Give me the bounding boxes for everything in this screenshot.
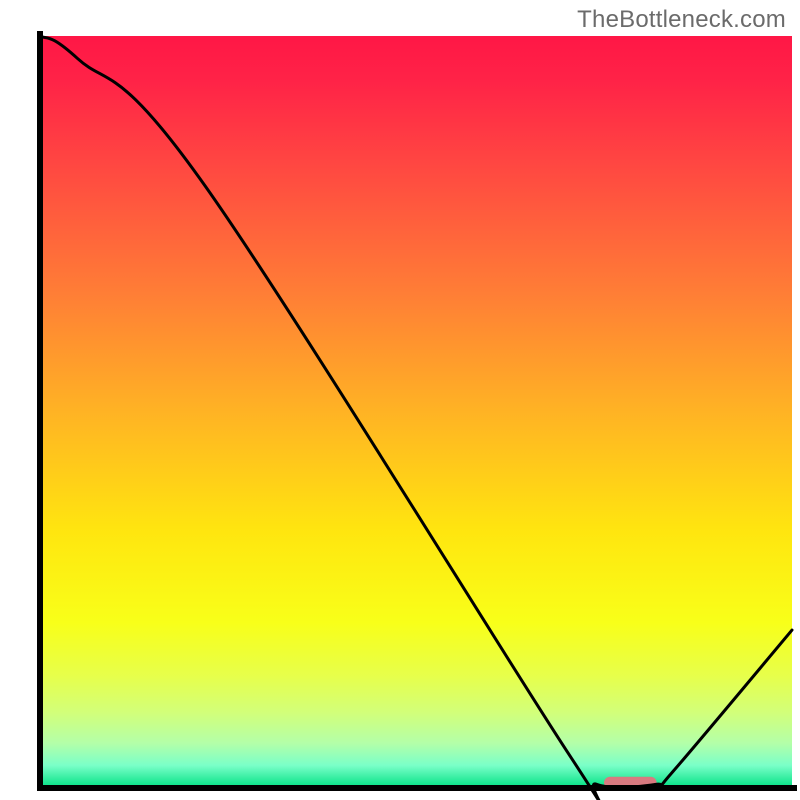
- chart-container: TheBottleneck.com: [0, 0, 800, 800]
- bottleneck-chart: [0, 0, 800, 800]
- plot-group: [40, 34, 794, 800]
- gradient-bg: [40, 36, 792, 788]
- watermark: TheBottleneck.com: [577, 6, 786, 34]
